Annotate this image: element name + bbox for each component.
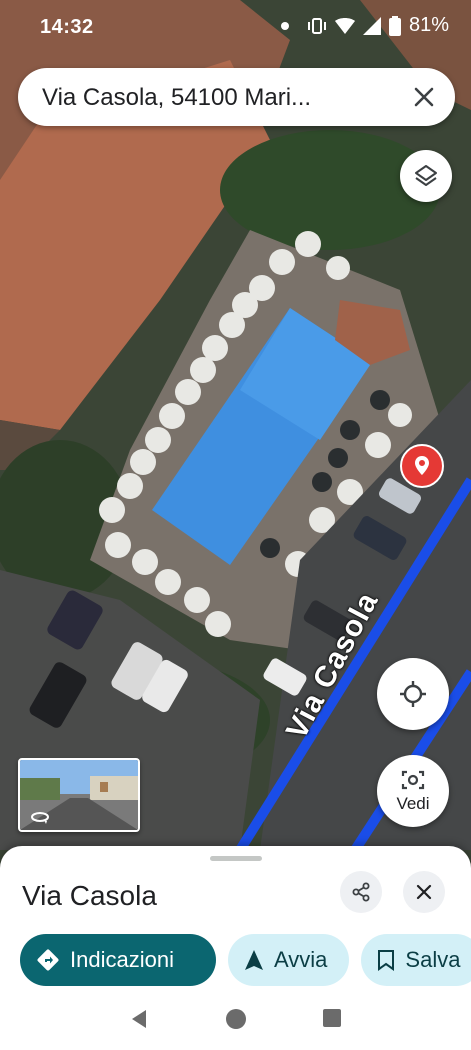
search-query[interactable]: Via Casola, 54100 Mari...	[42, 84, 392, 112]
save-label: Salva	[405, 947, 461, 972]
battery-percent: 81%	[408, 14, 449, 36]
place-title: Via Casola	[22, 880, 157, 911]
vedi-label: Vedi	[396, 794, 430, 813]
share-icon	[352, 882, 370, 902]
system-navigation-bar	[0, 998, 471, 1050]
directions-icon	[37, 949, 59, 971]
action-chips: Indicazioni Avvia Salva	[20, 934, 471, 986]
notification-dot-icon	[280, 21, 289, 30]
status-icons: 81%	[280, 14, 449, 37]
back-icon[interactable]	[128, 1008, 150, 1030]
save-button[interactable]: Salva	[361, 934, 471, 986]
location-marker-icon[interactable]	[400, 444, 444, 488]
start-button[interactable]: Avvia	[228, 934, 350, 986]
bookmark-icon	[378, 950, 395, 971]
sheet-drag-handle[interactable]	[210, 856, 262, 861]
crosshair-icon	[400, 681, 426, 707]
search-bar[interactable]: Via Casola, 54100 Mari...	[18, 68, 455, 126]
vibrate-icon	[307, 17, 326, 34]
directions-button[interactable]: Indicazioni	[20, 934, 216, 986]
home-icon[interactable]	[225, 1008, 247, 1030]
lens-camera-icon	[401, 770, 425, 790]
status-time: 14:32	[40, 16, 94, 38]
status-bar: 14:32 81%	[0, 0, 471, 54]
start-label: Avvia	[274, 947, 328, 972]
recents-icon[interactable]	[322, 1008, 342, 1028]
layers-button[interactable]	[400, 150, 452, 202]
close-sheet-button[interactable]	[403, 871, 445, 913]
share-button[interactable]	[340, 871, 382, 913]
clear-search-icon[interactable]	[411, 84, 437, 110]
signal-icon	[362, 16, 381, 35]
wifi-icon	[334, 17, 355, 34]
battery-icon	[388, 15, 401, 36]
navigation-arrow-icon	[245, 950, 263, 970]
street-view-thumbnail[interactable]	[18, 758, 140, 832]
layers-icon	[415, 165, 437, 186]
360-rotate-icon	[31, 812, 49, 824]
my-location-button[interactable]	[377, 658, 449, 730]
close-icon	[416, 884, 432, 900]
vedi-button[interactable]: Vedi	[377, 755, 449, 827]
directions-label: Indicazioni	[70, 947, 174, 972]
